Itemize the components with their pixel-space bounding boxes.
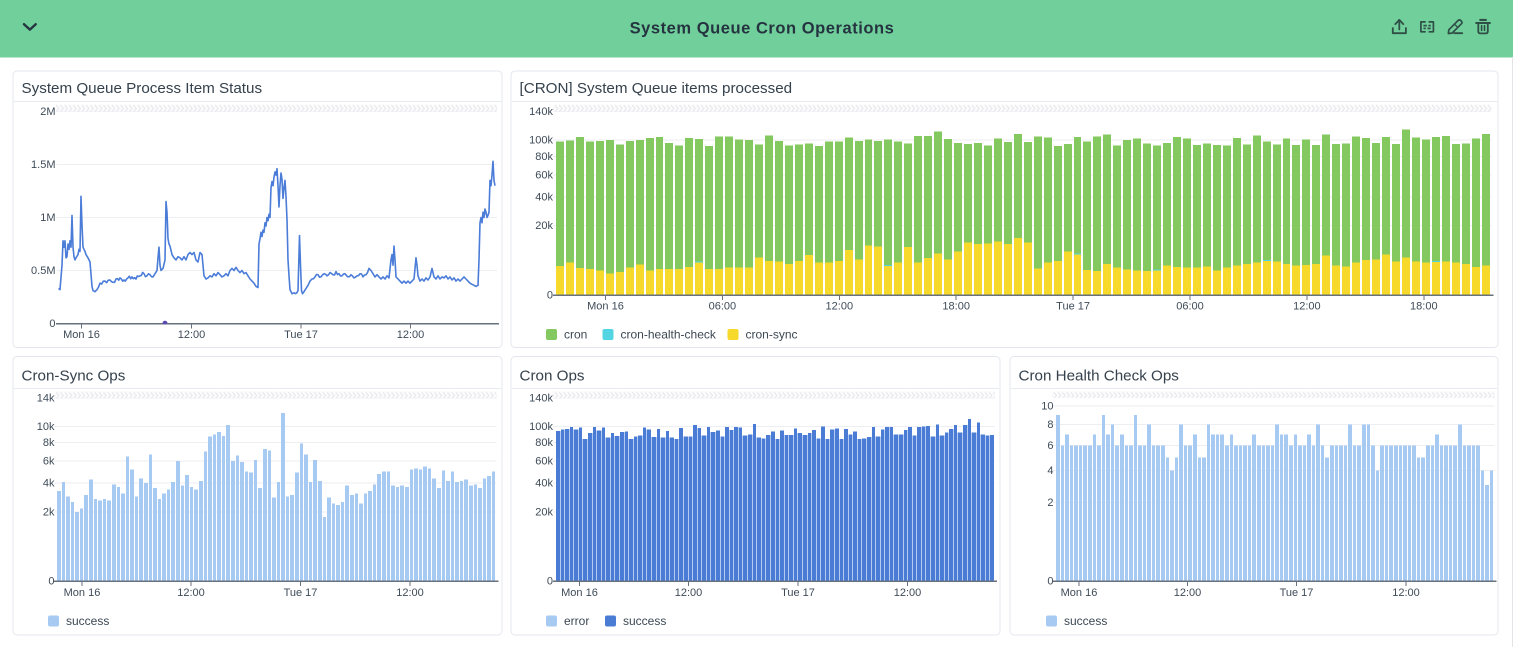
svg-text:Tue 17: Tue 17 — [284, 587, 318, 599]
svg-text:Cron Health Check Ops: Cron Health Check Ops — [1019, 368, 1180, 385]
svg-text:2: 2 — [1047, 497, 1053, 509]
svg-text:4: 4 — [1047, 465, 1053, 477]
svg-text:12:00: 12:00 — [1293, 301, 1321, 313]
svg-text:System Queue Process Item Stat: System Queue Process Item Status — [22, 80, 263, 97]
svg-text:0.5M: 0.5M — [31, 265, 55, 277]
svg-text:8: 8 — [1047, 419, 1053, 431]
svg-text:Tue 17: Tue 17 — [1280, 587, 1314, 599]
svg-text:Mon 16: Mon 16 — [1061, 587, 1098, 599]
svg-text:12:00: 12:00 — [178, 329, 206, 341]
svg-text:cron: cron — [564, 328, 587, 342]
svg-text:12:00: 12:00 — [894, 587, 922, 599]
svg-text:10: 10 — [1041, 401, 1053, 413]
svg-text:0: 0 — [1047, 576, 1053, 588]
svg-text:Mon 16: Mon 16 — [64, 587, 101, 599]
svg-text:80k: 80k — [535, 437, 553, 449]
svg-text:Mon 16: Mon 16 — [63, 329, 100, 341]
svg-text:80k: 80k — [535, 151, 553, 163]
svg-text:Cron-Sync Ops: Cron-Sync Ops — [22, 368, 126, 385]
svg-text:20k: 20k — [535, 506, 553, 518]
svg-text:1.5M: 1.5M — [31, 159, 55, 171]
svg-text:60k: 60k — [535, 456, 553, 468]
svg-text:40k: 40k — [535, 191, 553, 203]
svg-text:40k: 40k — [535, 478, 553, 490]
svg-text:140k: 140k — [529, 393, 553, 405]
svg-text:20k: 20k — [535, 220, 553, 232]
svg-text:18:00: 18:00 — [942, 301, 970, 313]
svg-text:12:00: 12:00 — [1392, 587, 1420, 599]
svg-text:Tue 17: Tue 17 — [1056, 301, 1090, 313]
svg-text:140k: 140k — [529, 106, 553, 118]
svg-text:System Queue Cron Operations: System Queue Cron Operations — [630, 20, 895, 38]
svg-text:cron-sync: cron-sync — [746, 328, 798, 342]
svg-text:100k: 100k — [529, 134, 553, 146]
svg-text:error: error — [564, 614, 589, 628]
svg-text:Tue 17: Tue 17 — [781, 587, 815, 599]
svg-text:Cron Ops: Cron Ops — [520, 368, 585, 385]
svg-text:06:00: 06:00 — [1176, 301, 1204, 313]
svg-text:success: success — [623, 614, 666, 628]
svg-text:success: success — [1064, 614, 1107, 628]
svg-text:100k: 100k — [529, 421, 553, 433]
svg-text:14k: 14k — [37, 393, 55, 405]
svg-text:Mon 16: Mon 16 — [587, 301, 624, 313]
svg-text:12:00: 12:00 — [1174, 587, 1202, 599]
svg-text:8k: 8k — [43, 437, 55, 449]
svg-text:2M: 2M — [40, 106, 55, 118]
svg-text:0: 0 — [48, 576, 54, 588]
svg-text:4k: 4k — [43, 478, 55, 490]
svg-text:cron-health-check: cron-health-check — [621, 328, 717, 342]
svg-text:6: 6 — [1047, 440, 1053, 452]
svg-text:6k: 6k — [43, 456, 55, 468]
svg-text:12:00: 12:00 — [397, 329, 425, 341]
svg-text:2k: 2k — [43, 506, 55, 518]
svg-text:12:00: 12:00 — [675, 587, 703, 599]
svg-text:0: 0 — [49, 318, 55, 330]
svg-text:06:00: 06:00 — [709, 301, 737, 313]
svg-text:1M: 1M — [40, 212, 55, 224]
svg-text:Tue 17: Tue 17 — [284, 329, 318, 341]
svg-text:Mon 16: Mon 16 — [561, 587, 598, 599]
svg-text:0: 0 — [547, 576, 553, 588]
svg-text:10k: 10k — [37, 421, 55, 433]
svg-text:0: 0 — [547, 290, 553, 302]
svg-text:12:00: 12:00 — [396, 587, 424, 599]
svg-text:success: success — [66, 614, 109, 628]
svg-text:60k: 60k — [535, 169, 553, 181]
svg-text:12:00: 12:00 — [177, 587, 205, 599]
svg-text:18:00: 18:00 — [1410, 301, 1438, 313]
svg-text:[CRON] System Queue items proc: [CRON] System Queue items processed — [520, 80, 793, 97]
svg-text:12:00: 12:00 — [826, 301, 854, 313]
